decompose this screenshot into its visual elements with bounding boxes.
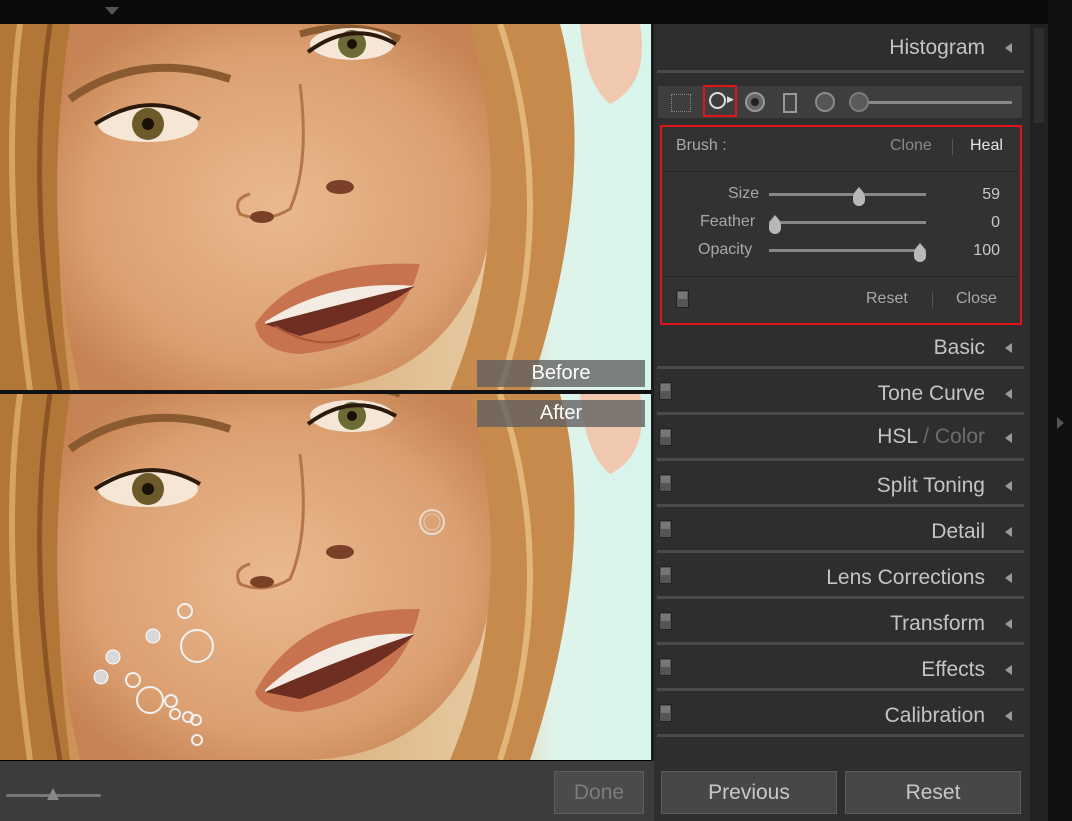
section-separator [657,688,1024,691]
section-separator [657,412,1024,415]
detail-header[interactable]: Detail [760,520,985,544]
graduated-filter-icon[interactable] [783,93,797,113]
transform-header[interactable]: Transform [760,612,985,636]
section-separator [657,70,1024,73]
reset-button[interactable]: Reset [845,771,1021,814]
right-panel-toggle-icon[interactable] [1057,417,1064,429]
top-panel-strip [0,0,1072,24]
hsl-label[interactable]: HSL [877,425,917,448]
calibration-collapse-icon[interactable] [1005,711,1012,721]
transform-toggle[interactable] [659,612,672,630]
adjustment-brush-track [859,101,1012,104]
size-label: Size [728,185,760,202]
heal-mode-button[interactable]: Heal [970,137,1003,155]
spot-removal-arrow-icon: ▶ [727,95,734,105]
effects-collapse-icon[interactable] [1005,665,1012,675]
basic-header[interactable]: Basic [760,336,985,360]
basic-collapse-icon[interactable] [1005,343,1012,353]
section-separator [657,458,1024,461]
scrollbar-thumb[interactable] [1034,28,1044,123]
feather-label: Feather [700,213,756,230]
calibration-toggle[interactable] [659,704,672,722]
section-separator [657,550,1024,553]
lens-corrections-collapse-icon[interactable] [1005,573,1012,583]
brush-label: Brush : [676,137,727,154]
split-toning-toggle[interactable] [659,474,672,492]
transform-collapse-icon[interactable] [1005,619,1012,629]
tone-curve-toggle[interactable] [659,382,672,400]
effects-header[interactable]: Effects [760,658,985,682]
section-separator [657,734,1024,737]
feather-slider-track[interactable] [769,221,926,224]
feather-value[interactable]: 0 [960,214,1000,232]
section-separator [657,596,1024,599]
tone-curve-header[interactable]: Tone Curve [760,382,985,406]
opacity-label: Opacity [698,241,753,258]
size-slider-thumb[interactable] [853,187,866,206]
done-button[interactable]: Done [554,771,644,814]
after-photo[interactable] [0,394,651,760]
opacity-slider-thumb[interactable] [914,243,926,262]
histogram-header[interactable]: Histogram [760,36,985,60]
right-panel-scrollbar[interactable] [1030,24,1048,821]
lens-corrections-header[interactable]: Lens Corrections [760,566,985,590]
detail-collapse-icon[interactable] [1005,527,1012,537]
before-label: Before [477,360,645,387]
section-separator [657,504,1024,507]
hsl-collapse-icon[interactable] [1005,433,1012,443]
effects-toggle[interactable] [659,658,672,676]
spot-reset-button[interactable]: Reset [866,290,908,308]
tone-curve-collapse-icon[interactable] [1005,389,1012,399]
spot-removal-toggle[interactable] [676,290,689,308]
section-separator [657,366,1024,369]
hsl-separator: / [923,425,929,448]
opacity-slider-track[interactable] [769,249,926,252]
lens-corrections-toggle[interactable] [659,566,672,584]
size-slider-track[interactable] [769,193,926,196]
histogram-collapse-icon[interactable] [1005,43,1012,53]
size-value[interactable]: 59 [960,186,1000,204]
top-panel-toggle-icon[interactable] [105,7,119,15]
adjustment-brush-icon[interactable] [849,92,869,112]
red-eye-correction-icon[interactable] [745,92,765,112]
spot-close-button[interactable]: Close [956,290,997,308]
hsl-toggle[interactable] [659,428,672,446]
zoom-slider-thumb[interactable] [47,788,59,800]
spot-removal-icon[interactable] [709,92,726,109]
mode-separator [952,139,953,155]
color-label[interactable]: Color [935,425,985,448]
right-edge-strip [1048,0,1072,821]
opacity-value[interactable]: 100 [960,242,1000,260]
panel-separator [664,171,1018,172]
clone-mode-button[interactable]: Clone [890,137,932,155]
hsl-color-header[interactable]: HSL / Color [760,425,985,449]
radial-filter-icon[interactable] [815,92,835,112]
crop-overlay-icon[interactable] [671,94,691,112]
before-photo [0,24,651,390]
section-separator [657,642,1024,645]
calibration-header[interactable]: Calibration [760,704,985,728]
spot-markers[interactable] [0,394,651,760]
button-separator [932,292,933,308]
panel-separator [664,276,1018,277]
feather-slider-thumb[interactable] [769,215,781,234]
split-toning-header[interactable]: Split Toning [760,474,985,498]
split-toning-collapse-icon[interactable] [1005,481,1012,491]
detail-toggle[interactable] [659,520,672,538]
previous-button[interactable]: Previous [661,771,837,814]
after-label: After [477,400,645,427]
